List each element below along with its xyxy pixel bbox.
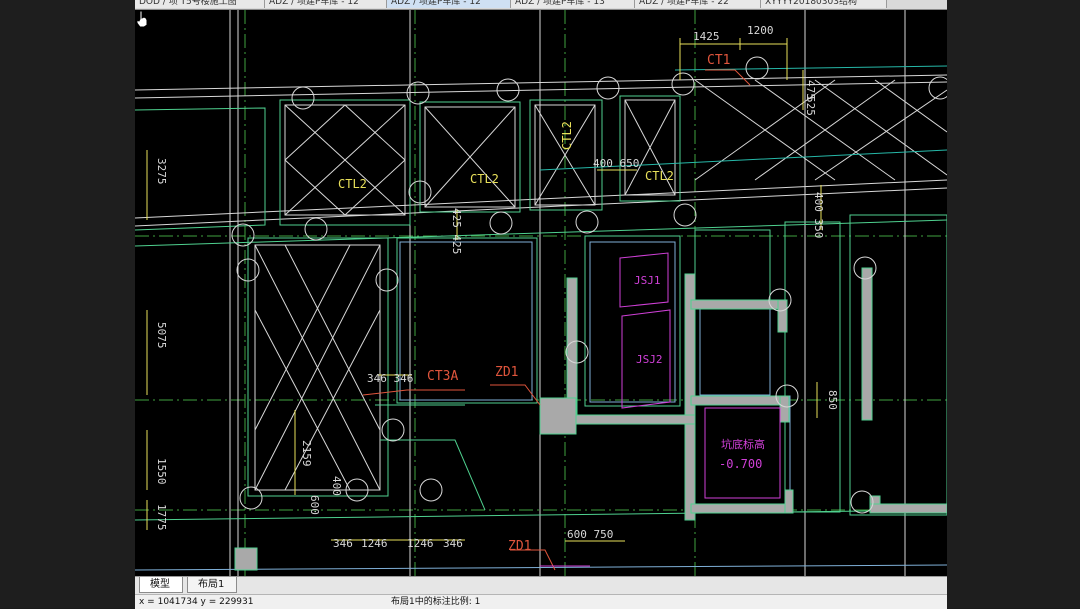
label-ctl2-b: CTL2 bbox=[470, 172, 499, 186]
dim-400: 400 bbox=[330, 476, 343, 496]
dim-346b: 346 bbox=[443, 537, 463, 550]
document-tab-6[interactable]: XYYYY20180303结构 bbox=[761, 0, 887, 8]
document-tab-3[interactable]: ADZ / 项建P车库 - 12 bbox=[387, 0, 511, 8]
document-tab-5[interactable]: ADZ / 项建P车库 - 22 bbox=[635, 0, 761, 8]
dim-400-650: 400 650 bbox=[593, 157, 639, 170]
tab-model[interactable]: 模型 bbox=[139, 577, 183, 593]
wall-lines bbox=[135, 95, 947, 521]
label-zd1-b: ZD1 bbox=[508, 539, 531, 554]
label-pit-title: 坑底标高 bbox=[721, 437, 765, 451]
document-tab-4[interactable]: ADZ / 项建P车库 - 13 bbox=[511, 0, 635, 8]
drawing-canvas[interactable]: CTL2 CTL2 CTL2 CTL2 CT1 CT3A ZD1 ZD1 JSJ… bbox=[135, 10, 947, 576]
dim-425-425: 425 425 bbox=[450, 208, 463, 254]
dim-1775: 1775 bbox=[155, 504, 168, 531]
document-tab-1[interactable]: DOD / 项 T5号楼施工图 bbox=[135, 0, 265, 8]
dim-600: 600 bbox=[308, 495, 321, 515]
label-ctl2-c: CTL2 bbox=[645, 169, 674, 183]
dim-850: 850 bbox=[826, 390, 839, 410]
coordinate-readout: x = 1041734 y = 229931 bbox=[139, 597, 254, 607]
dim-2159: 2159 bbox=[300, 440, 313, 467]
dim-3275: 3275 bbox=[155, 158, 168, 185]
dim-400-350: 400 350 bbox=[812, 192, 825, 238]
label-ctl2-a: CTL2 bbox=[338, 177, 367, 191]
dim-525: 525 bbox=[804, 96, 817, 116]
pile-cap-hatch bbox=[254, 79, 947, 491]
tab-layout1[interactable]: 布局1 bbox=[187, 577, 237, 593]
document-tab-bar: DOD / 项 T5号楼施工图 ADZ / 项建P车库 - 12 ADZ / 项… bbox=[135, 0, 947, 10]
cad-window: DOD / 项 T5号楼施工图 ADZ / 项建P车库 - 12 ADZ / 项… bbox=[135, 0, 947, 609]
dim-600-750: 600 750 bbox=[567, 528, 613, 541]
dim-346: 346 bbox=[333, 537, 353, 550]
label-jsj2: JSJ2 bbox=[636, 353, 663, 366]
axis-lines bbox=[135, 10, 947, 576]
label-pit-value: -0.700 bbox=[719, 457, 762, 471]
hand-cursor-icon bbox=[136, 10, 148, 28]
dim-5075: 5075 bbox=[155, 322, 168, 349]
dim-1550: 1550 bbox=[155, 458, 168, 485]
structure-outlines bbox=[135, 10, 947, 576]
dimension-texts: 1425 1200 475 525 400 650 425 425 400 35… bbox=[155, 24, 839, 550]
floor-plan-drawing: CTL2 CTL2 CTL2 CTL2 CT1 CT3A ZD1 ZD1 JSJ… bbox=[135, 10, 947, 576]
dim-1425: 1425 bbox=[693, 30, 720, 43]
label-zd1-a: ZD1 bbox=[495, 365, 518, 380]
label-jsj1: JSJ1 bbox=[634, 274, 661, 287]
label-ct3a: CT3A bbox=[427, 369, 458, 384]
dim-1246: 1246 bbox=[361, 537, 388, 550]
left-backdrop bbox=[0, 0, 135, 608]
dim-1246b: 1246 bbox=[407, 537, 434, 550]
document-tab-2[interactable]: ADZ / 项建P车库 - 12 bbox=[265, 0, 387, 8]
label-ct1: CT1 bbox=[707, 53, 730, 68]
dim-346-346: 346 346 bbox=[367, 372, 413, 385]
label-ctl2-d: CTL2 bbox=[560, 121, 574, 150]
dim-1200: 1200 bbox=[747, 24, 774, 37]
status-bar: x = 1041734 y = 229931 布局1中的标注比例: 1 bbox=[135, 594, 947, 609]
right-backdrop bbox=[947, 0, 1080, 608]
annotation-scale-text: 布局1中的标注比例: 1 bbox=[391, 597, 481, 607]
layout-tab-bar: 模型 布局1 bbox=[135, 576, 947, 594]
